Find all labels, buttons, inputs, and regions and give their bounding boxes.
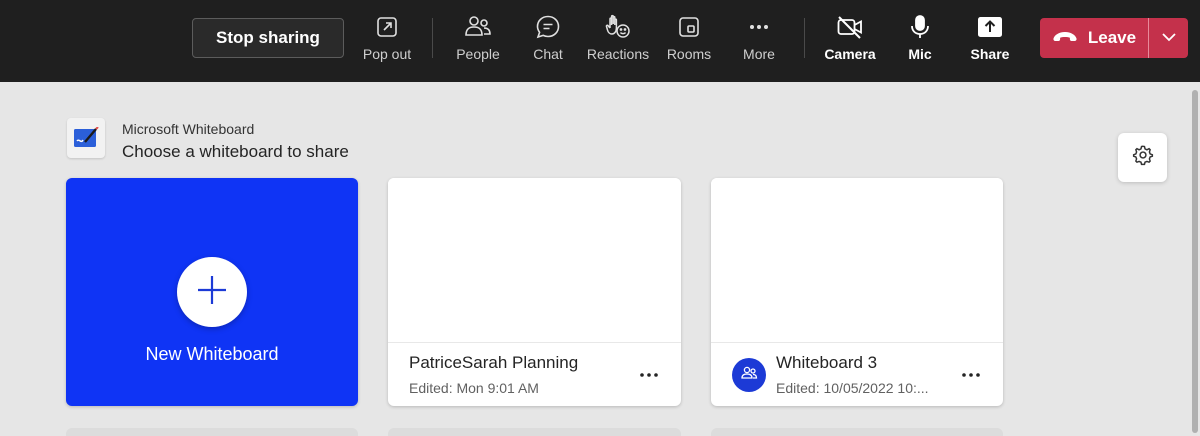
mic-icon — [909, 12, 931, 42]
more-icon — [961, 365, 981, 383]
people-button[interactable]: People — [443, 12, 513, 72]
meeting-toolbar: Stop sharing Pop out People Chat Reactio… — [0, 0, 1200, 82]
mic-label: Mic — [908, 46, 932, 62]
leave-button-group: Leave — [1040, 18, 1188, 58]
whiteboard-edited: Edited: Mon 9:01 AM — [409, 380, 539, 396]
more-button[interactable]: More — [724, 12, 794, 72]
whiteboard-card[interactable]: PatriceSarah Planning Edited: Mon 9:01 A… — [388, 178, 681, 406]
toolbar-divider — [432, 18, 433, 58]
rooms-label: Rooms — [666, 46, 712, 62]
new-whiteboard-card[interactable]: New Whiteboard — [66, 178, 358, 406]
camera-label: Camera — [824, 46, 876, 62]
phone-hangup-icon — [1052, 28, 1078, 48]
panel-heading: Choose a whiteboard to share — [122, 142, 349, 161]
scrollbar-thumb[interactable] — [1192, 90, 1198, 433]
whiteboard-edited: Edited: 10/05/2022 10:... — [776, 380, 929, 396]
add-button-circle — [177, 257, 247, 327]
chat-icon — [535, 12, 561, 42]
plus-icon — [196, 274, 228, 311]
more-icon — [747, 12, 771, 42]
next-row-card-edge — [388, 428, 681, 436]
reactions-button[interactable]: Reactions — [583, 12, 653, 72]
chat-button[interactable]: Chat — [513, 12, 583, 72]
next-row-card-edge — [711, 428, 1003, 436]
whiteboard-thumbnail — [388, 178, 681, 343]
chat-label: Chat — [533, 46, 563, 62]
mic-button[interactable]: Mic — [885, 12, 955, 72]
whiteboard-more-button[interactable] — [635, 364, 663, 384]
settings-button[interactable] — [1118, 133, 1167, 182]
share-label: Share — [970, 46, 1010, 62]
whiteboard-app-logo — [67, 118, 105, 158]
people-icon — [464, 12, 492, 42]
pop-out-icon — [375, 12, 399, 42]
chevron-down-icon — [1161, 29, 1177, 47]
app-name: Microsoft Whiteboard — [122, 121, 255, 137]
camera-off-icon — [836, 12, 864, 42]
people-label: People — [456, 46, 500, 62]
new-whiteboard-label: New Whiteboard — [145, 344, 279, 364]
whiteboard-title: PatriceSarah Planning — [409, 353, 579, 372]
share-button[interactable]: Share — [955, 12, 1025, 72]
camera-button[interactable]: Camera — [815, 12, 885, 72]
leave-options-button[interactable] — [1149, 18, 1188, 58]
shared-badge — [732, 358, 766, 392]
stop-sharing-button[interactable]: Stop sharing — [192, 18, 344, 58]
whiteboard-title: Whiteboard 3 — [776, 353, 878, 372]
whiteboard-thumbnail — [711, 178, 1003, 343]
whiteboard-card[interactable]: Whiteboard 3 Edited: 10/05/2022 10:... — [711, 178, 1003, 406]
share-icon — [977, 12, 1003, 42]
leave-label: Leave — [1087, 28, 1137, 47]
rooms-icon — [677, 12, 701, 42]
reactions-label: Reactions — [586, 46, 650, 62]
toolbar-divider — [804, 18, 805, 58]
gear-icon — [1132, 144, 1154, 171]
next-row-card-edge — [66, 428, 358, 436]
more-icon — [639, 365, 659, 383]
pop-out-button[interactable]: Pop out — [352, 12, 422, 72]
more-label: More — [743, 46, 775, 62]
leave-button[interactable]: Leave — [1040, 18, 1148, 58]
raise-hand-icon — [604, 12, 632, 42]
whiteboard-more-button[interactable] — [957, 364, 985, 384]
pop-out-label: Pop out — [362, 46, 412, 62]
people-icon — [740, 365, 758, 386]
rooms-button[interactable]: Rooms — [654, 12, 724, 72]
